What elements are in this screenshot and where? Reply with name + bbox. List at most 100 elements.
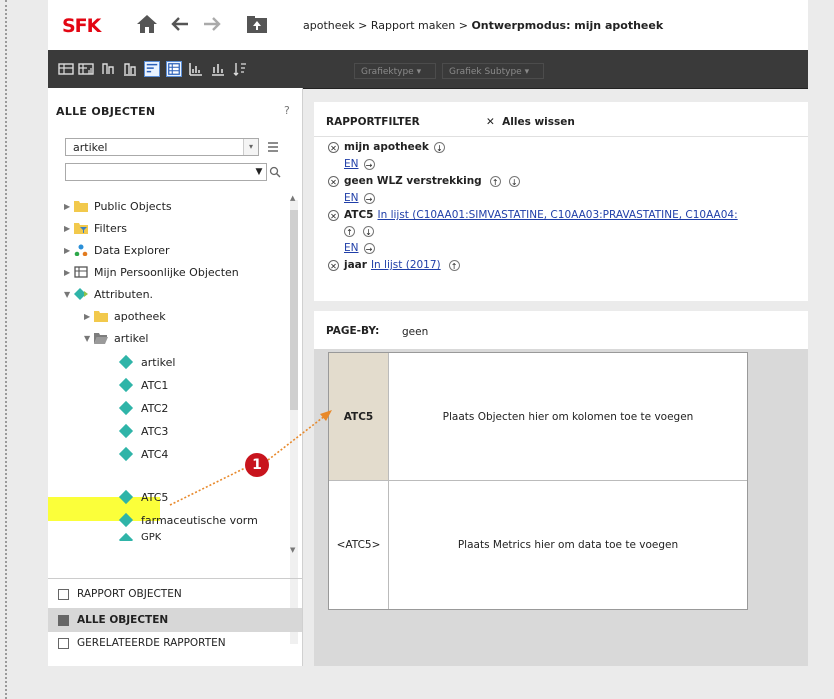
search-icon[interactable] xyxy=(269,166,281,178)
object-type-select[interactable]: artikel ▾ xyxy=(65,138,259,156)
tree-item-atc2[interactable]: ATC2 xyxy=(118,398,168,418)
folder-icon xyxy=(94,311,108,322)
tree-item-atc3[interactable]: ATC3 xyxy=(118,421,168,441)
expand-arrow-icon[interactable]: ▶ xyxy=(64,268,74,277)
close-icon: ✕ xyxy=(486,116,495,128)
tree-item-personal-objects[interactable]: ▶ Mijn Persoonlijke Objecten xyxy=(64,262,239,282)
dropdown-arrow-icon[interactable]: ▼ xyxy=(252,164,266,180)
forward-arrow-icon[interactable] xyxy=(200,11,224,37)
row-value-atc5[interactable]: <ATC5> xyxy=(329,481,389,609)
move-up-icon[interactable]: ↑ xyxy=(344,225,355,237)
row-header-atc5[interactable]: ATC5 xyxy=(329,353,389,481)
attribute-icon xyxy=(118,512,134,528)
filter-item-mijn-apotheek[interactable]: ✕ mijn apotheek ↓ xyxy=(328,139,445,155)
list-view-icon[interactable] xyxy=(266,140,280,154)
column-drop-zone[interactable]: Plaats Objecten hier om kolomen toe te v… xyxy=(389,353,747,481)
grid-view-icon[interactable] xyxy=(58,61,74,77)
tree-item-atc4[interactable]: ATC4 xyxy=(118,444,168,464)
top-nav-bar: SFK apotheek > Rapport maken > Ontwerpmo… xyxy=(48,0,808,50)
expand-arrow-icon[interactable]: ▶ xyxy=(84,312,94,321)
tree-item-attributes[interactable]: ▼ Attributen. xyxy=(64,284,153,304)
remove-filter-icon[interactable]: ✕ xyxy=(328,209,339,221)
remove-filter-icon[interactable]: ✕ xyxy=(328,141,339,153)
filter-item-geen-wlz[interactable]: ✕ geen WLZ verstrekking ↑ ↓ xyxy=(328,173,520,189)
clear-all-button[interactable]: ✕ Alles wissen xyxy=(486,116,575,128)
filter-condition-link[interactable]: In lijst (C10AA01:SIMVASTATINE, C10AA03:… xyxy=(378,209,738,221)
remove-filter-icon[interactable]: ✕ xyxy=(328,259,339,271)
remove-filter-icon[interactable]: ✕ xyxy=(328,175,339,187)
report-filter-header: RAPPORTFILTER ✕ Alles wissen xyxy=(314,102,808,137)
scrollbar-thumb[interactable] xyxy=(290,210,298,410)
collapse-arrow-icon[interactable]: ▼ xyxy=(84,334,94,343)
tree-item-atc5[interactable]: ATC5 xyxy=(118,487,168,507)
grid-drop-area: ATC5 Plaats Objecten hier om kolomen toe… xyxy=(314,349,808,666)
arrow-right-icon[interactable]: → xyxy=(363,242,375,254)
pivot-icon[interactable] xyxy=(100,61,116,77)
attribute-icon xyxy=(118,354,134,370)
expand-arrow-icon[interactable]: ▶ xyxy=(64,202,74,211)
move-down-icon[interactable]: ↓ xyxy=(508,175,520,187)
tab-gerelateerde-rapporten[interactable]: GERELATEERDE RAPPORTEN xyxy=(48,634,302,652)
expand-arrow-icon[interactable]: ▶ xyxy=(64,246,74,255)
tree-item-data-explorer[interactable]: ▶ Data Explorer xyxy=(64,240,170,260)
back-arrow-icon[interactable] xyxy=(168,11,192,37)
filter-item-jaar[interactable]: ✕ jaar In lijst (2017) ↑ xyxy=(328,257,460,273)
filter-condition-link[interactable]: In lijst (2017) xyxy=(371,259,441,271)
attribute-icon xyxy=(118,446,134,462)
tree-item-public-objects[interactable]: ▶ Public Objects xyxy=(64,196,172,216)
collapse-arrow-icon[interactable]: ▼ xyxy=(64,290,74,299)
filter-item-atc5[interactable]: ✕ ATC5 In lijst (C10AA01:SIMVASTATINE, C… xyxy=(328,207,798,223)
move-down-icon[interactable]: ↓ xyxy=(433,141,445,153)
scroll-up-icon[interactable]: ▲ xyxy=(290,194,295,202)
tab-alle-objecten[interactable]: ALLE OBJECTEN xyxy=(48,608,302,632)
tree-item-artikel[interactable]: artikel xyxy=(118,352,175,372)
object-type-value: artikel xyxy=(73,141,108,154)
search-input[interactable]: ▼ xyxy=(65,163,267,181)
operator-en[interactable]: EN → xyxy=(344,156,375,172)
tree-item-farmaceutische-vorm[interactable]: farmaceutische vorm xyxy=(118,510,258,530)
graph-type-select[interactable]: Grafiektype ▾ xyxy=(354,63,437,79)
arrow-right-icon[interactable]: → xyxy=(363,158,375,170)
subtotals-icon[interactable] xyxy=(122,61,138,77)
graph-icon[interactable] xyxy=(188,61,204,77)
tree-item-artikel-folder[interactable]: ▼ artikel xyxy=(84,328,148,348)
move-down-icon[interactable]: ↓ xyxy=(363,225,374,237)
operator-en[interactable]: EN → xyxy=(344,190,375,206)
breadcrumb-rapport-maken[interactable]: Rapport maken xyxy=(371,19,455,32)
move-up-icon[interactable]: ↑ xyxy=(489,175,501,187)
attribute-icon xyxy=(118,423,134,439)
scroll-down-icon[interactable]: ▼ xyxy=(290,546,295,554)
page-border xyxy=(5,0,7,699)
sort-icon[interactable] xyxy=(232,61,248,77)
expand-arrow-icon[interactable]: ▶ xyxy=(64,224,74,233)
tree-item-filters[interactable]: ▶ Filters xyxy=(64,218,127,238)
move-up-icon[interactable]: ↑ xyxy=(448,259,460,271)
grid-graph-view-icon[interactable] xyxy=(78,61,94,77)
page-by-value: geen xyxy=(402,326,429,338)
chart-options-icon[interactable] xyxy=(210,61,226,77)
attribute-icon xyxy=(118,377,134,393)
grid-toggle-icon[interactable] xyxy=(166,61,182,77)
operator-en[interactable]: EN → xyxy=(344,240,375,256)
arrow-right-icon[interactable]: → xyxy=(363,192,375,204)
tree-item-apotheek[interactable]: ▶ apotheek xyxy=(84,306,166,326)
page-by-label: PAGE-BY: xyxy=(326,325,380,337)
page-by-bar: PAGE-BY: geen xyxy=(314,311,808,349)
breadcrumb-apotheek[interactable]: apotheek xyxy=(303,19,355,32)
breadcrumb-current: Ontwerpmodus: mijn apotheek xyxy=(471,19,664,32)
help-icon[interactable]: ? xyxy=(284,104,290,117)
filter-toggle-icon[interactable] xyxy=(144,61,160,77)
panel-title: ALLE OBJECTEN xyxy=(56,105,156,118)
home-icon[interactable] xyxy=(134,11,160,37)
tab-rapport-objecten[interactable]: RAPPORT OBJECTEN xyxy=(48,582,302,606)
filter-move-controls: ↑ ↓ xyxy=(339,223,374,239)
metrics-drop-zone[interactable]: Plaats Metrics hier om data toe te voege… xyxy=(389,481,747,609)
folder-up-icon[interactable] xyxy=(244,11,270,37)
chevron-down-icon[interactable]: ▾ xyxy=(243,139,258,155)
tree-item-gpk[interactable]: GPK xyxy=(118,529,161,541)
tree-item-atc1[interactable]: ATC1 xyxy=(118,375,168,395)
graph-subtype-select[interactable]: Grafiek Subtype ▾ xyxy=(442,63,545,79)
all-objects-icon xyxy=(58,614,69,626)
folder-open-icon xyxy=(94,333,108,344)
data-explorer-icon xyxy=(74,244,88,256)
